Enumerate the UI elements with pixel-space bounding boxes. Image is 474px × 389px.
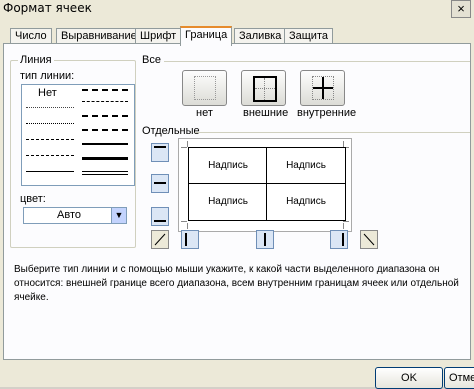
line-style-medium-dashed[interactable] [82, 129, 128, 131]
format-cells-dialog: Формат ячеек × Число Выравнивание Шрифт … [0, 0, 474, 389]
instruction-text: Выберите тип линии и с помощью мыши укаж… [14, 264, 459, 303]
tab-number[interactable]: Число [10, 28, 52, 44]
line-style-thick[interactable] [82, 157, 128, 160]
tab-protection[interactable]: Защита [284, 28, 333, 44]
border-inside-icon [312, 76, 334, 100]
line-style-none[interactable]: Нет [38, 87, 57, 99]
line-style-medium-dash-dot[interactable] [82, 115, 128, 117]
borders-title: Отдельные [142, 125, 200, 137]
border-middle-horizontal-icon [154, 182, 166, 184]
window-title: Формат ячеек [3, 1, 92, 15]
border-left-icon [185, 233, 187, 246]
presets-title: Все [142, 54, 161, 66]
line-group-title: Линия [18, 54, 54, 66]
tab-alignment[interactable]: Выравнивание [56, 28, 142, 44]
border-middle-horizontal-button[interactable] [151, 174, 169, 193]
preset-outline-label: внешние [243, 107, 289, 119]
line-style-medium-dash-dot-dot[interactable] [82, 89, 128, 91]
border-top-icon [154, 146, 166, 148]
line-style-medium[interactable] [82, 143, 128, 145]
border-bottom-button[interactable] [151, 207, 169, 226]
line-style-dash-dot-dot[interactable] [26, 139, 74, 140]
title-bar: Формат ячеек × [0, 0, 474, 18]
borders-divider [195, 132, 470, 133]
preview-grid: Надпись Надпись Надпись Надпись [188, 147, 346, 221]
preview-cell: Надпись [286, 196, 326, 207]
diagonal-up-icon [154, 233, 166, 246]
preview-cell: Надпись [208, 160, 248, 171]
line-style-list[interactable]: Нет [21, 84, 135, 186]
border-middle-vertical-icon [264, 233, 266, 246]
color-select-value: Авто [57, 209, 81, 221]
border-right-button[interactable] [330, 230, 348, 249]
line-style-dotted[interactable] [26, 123, 74, 124]
line-type-label: тип линии: [20, 70, 75, 82]
border-outline-icon [253, 76, 277, 102]
border-bottom-icon [154, 220, 166, 222]
tab-fill[interactable]: Заливка [234, 28, 287, 44]
border-diagonal-up-button[interactable] [151, 230, 169, 249]
border-left-button[interactable] [181, 230, 199, 249]
border-right-icon [342, 233, 344, 246]
color-label: цвет: [20, 193, 46, 205]
border-top-button[interactable] [151, 143, 169, 162]
diagonal-down-icon [363, 233, 375, 246]
tab-border[interactable]: Граница [180, 26, 233, 46]
preset-none-label: нет [196, 107, 213, 119]
line-style-thin[interactable] [26, 171, 74, 172]
tab-font[interactable]: Шрифт [135, 28, 182, 44]
color-select[interactable]: Авто ▼ [23, 207, 127, 224]
cancel-button[interactable]: Отмена [444, 367, 474, 389]
line-style-hair[interactable] [26, 107, 74, 108]
line-style-slanted-dash-dot[interactable] [82, 101, 128, 102]
preview-cell: Надпись [208, 196, 248, 207]
preset-inside-button[interactable] [300, 70, 345, 106]
preview-cell: Надпись [286, 160, 326, 171]
close-icon[interactable]: × [451, 0, 471, 18]
border-none-icon [194, 76, 216, 100]
presets-divider [164, 61, 470, 62]
line-style-double[interactable] [82, 171, 128, 175]
ok-button[interactable]: OK [375, 367, 443, 389]
border-diagonal-down-button[interactable] [360, 230, 378, 249]
preset-inside-label: внутренние [297, 107, 357, 119]
preset-none-button[interactable] [182, 70, 227, 106]
line-style-dash-dot[interactable] [26, 155, 74, 156]
preset-outline-button[interactable] [241, 70, 286, 106]
chevron-down-icon[interactable]: ▼ [111, 208, 126, 223]
border-middle-vertical-button[interactable] [256, 230, 274, 249]
